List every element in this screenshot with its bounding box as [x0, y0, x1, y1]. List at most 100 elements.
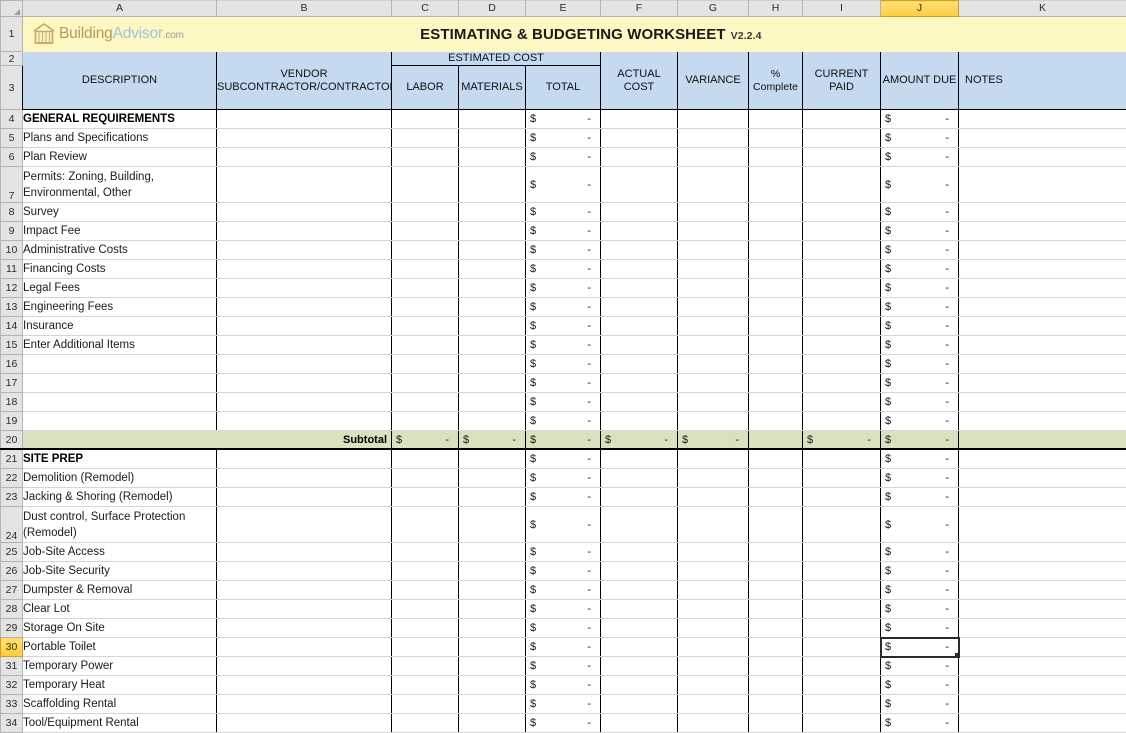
total-cell[interactable]: $-: [526, 488, 601, 507]
current-paid-cell[interactable]: [803, 657, 881, 676]
total-cell[interactable]: $-: [526, 657, 601, 676]
actual-cost-cell[interactable]: [601, 260, 678, 279]
actual-cost-cell[interactable]: [601, 507, 678, 543]
description-cell[interactable]: Dumpster & Removal: [23, 581, 217, 600]
amount-due-cell[interactable]: $-: [881, 714, 959, 733]
materials-cell[interactable]: [459, 167, 526, 203]
description-cell[interactable]: [23, 374, 217, 393]
description-cell[interactable]: Job-Site Security: [23, 562, 217, 581]
row-header-34[interactable]: 34: [1, 714, 23, 733]
labor-cell[interactable]: [392, 562, 459, 581]
vendor-cell[interactable]: [217, 298, 392, 317]
materials-cell[interactable]: [459, 619, 526, 638]
amount-due-cell[interactable]: $-: [881, 129, 959, 148]
variance-cell[interactable]: [678, 469, 749, 488]
row-header-22[interactable]: 22: [1, 469, 23, 488]
variance-cell[interactable]: [678, 676, 749, 695]
labor-cell[interactable]: [392, 241, 459, 260]
variance-cell[interactable]: [678, 600, 749, 619]
amount-due-cell[interactable]: $-: [881, 488, 959, 507]
amount-due-cell[interactable]: $-: [881, 449, 959, 469]
vendor-cell[interactable]: [217, 619, 392, 638]
amount-due-cell[interactable]: $-: [881, 600, 959, 619]
labor-cell[interactable]: [392, 110, 459, 129]
labor-cell[interactable]: [392, 412, 459, 431]
row-header-10[interactable]: 10: [1, 241, 23, 260]
percent-complete-cell[interactable]: [749, 714, 803, 733]
percent-complete-cell[interactable]: [749, 469, 803, 488]
description-cell[interactable]: [23, 393, 217, 412]
row-header-28[interactable]: 28: [1, 600, 23, 619]
current-paid-cell[interactable]: [803, 543, 881, 562]
actual-cost-cell[interactable]: [601, 110, 678, 129]
amount-due-cell[interactable]: $-: [881, 317, 959, 336]
labor-cell[interactable]: [392, 714, 459, 733]
variance-cell[interactable]: [678, 619, 749, 638]
notes-cell[interactable]: [959, 695, 1126, 714]
percent-complete-cell[interactable]: [749, 507, 803, 543]
notes-cell[interactable]: [959, 507, 1126, 543]
notes-cell[interactable]: [959, 241, 1126, 260]
percent-complete-cell[interactable]: [749, 676, 803, 695]
actual-cost-cell[interactable]: [601, 638, 678, 657]
labor-cell[interactable]: [392, 222, 459, 241]
variance-cell[interactable]: [678, 129, 749, 148]
variance-cell[interactable]: [678, 336, 749, 355]
subtotal-percent-complete[interactable]: [749, 431, 803, 450]
row-header-5[interactable]: 5: [1, 129, 23, 148]
variance-cell[interactable]: [678, 488, 749, 507]
actual-cost-cell[interactable]: [601, 336, 678, 355]
total-cell[interactable]: $-: [526, 336, 601, 355]
select-all-corner[interactable]: [1, 1, 23, 17]
variance-cell[interactable]: [678, 298, 749, 317]
materials-cell[interactable]: [459, 714, 526, 733]
notes-cell[interactable]: [959, 657, 1126, 676]
row-header-9[interactable]: 9: [1, 222, 23, 241]
current-paid-cell[interactable]: [803, 412, 881, 431]
variance-cell[interactable]: [678, 714, 749, 733]
description-cell[interactable]: Plan Review: [23, 148, 217, 167]
buildingadvisor-logo[interactable]: BuildingAdvisor.com: [31, 21, 184, 47]
materials-cell[interactable]: [459, 374, 526, 393]
percent-complete-cell[interactable]: [749, 298, 803, 317]
actual-cost-cell[interactable]: [601, 695, 678, 714]
amount-due-cell[interactable]: $-: [881, 110, 959, 129]
amount-due-cell[interactable]: $-: [881, 355, 959, 374]
total-cell[interactable]: $-: [526, 581, 601, 600]
labor-cell[interactable]: [392, 279, 459, 298]
row-header-20[interactable]: 20: [1, 431, 23, 450]
actual-cost-cell[interactable]: [601, 543, 678, 562]
amount-due-cell[interactable]: $-: [881, 676, 959, 695]
notes-cell[interactable]: [959, 148, 1126, 167]
vendor-cell[interactable]: [217, 317, 392, 336]
vendor-cell[interactable]: [217, 203, 392, 222]
row-header-6[interactable]: 6: [1, 148, 23, 167]
actual-cost-cell[interactable]: [601, 222, 678, 241]
variance-cell[interactable]: [678, 695, 749, 714]
materials-cell[interactable]: [459, 488, 526, 507]
total-cell[interactable]: $-: [526, 412, 601, 431]
actual-cost-cell[interactable]: [601, 449, 678, 469]
section-heading-cell[interactable]: SITE PREP: [23, 449, 217, 469]
amount-due-cell[interactable]: $-: [881, 469, 959, 488]
amount-due-cell[interactable]: $-: [881, 562, 959, 581]
percent-complete-cell[interactable]: [749, 260, 803, 279]
amount-due-cell[interactable]: $-: [881, 167, 959, 203]
description-cell[interactable]: Portable Toilet: [23, 638, 217, 657]
description-cell[interactable]: Engineering Fees: [23, 298, 217, 317]
variance-cell[interactable]: [678, 148, 749, 167]
vendor-cell[interactable]: [217, 279, 392, 298]
variance-cell[interactable]: [678, 241, 749, 260]
current-paid-cell[interactable]: [803, 449, 881, 469]
current-paid-cell[interactable]: [803, 355, 881, 374]
total-cell[interactable]: $-: [526, 260, 601, 279]
row-header-1[interactable]: 1: [1, 17, 23, 52]
notes-cell[interactable]: [959, 638, 1126, 657]
actual-cost-cell[interactable]: [601, 374, 678, 393]
total-cell[interactable]: $-: [526, 110, 601, 129]
percent-complete-cell[interactable]: [749, 222, 803, 241]
description-cell[interactable]: Temporary Power: [23, 657, 217, 676]
percent-complete-cell[interactable]: [749, 657, 803, 676]
labor-cell[interactable]: [392, 657, 459, 676]
row-header-4[interactable]: 4: [1, 110, 23, 129]
